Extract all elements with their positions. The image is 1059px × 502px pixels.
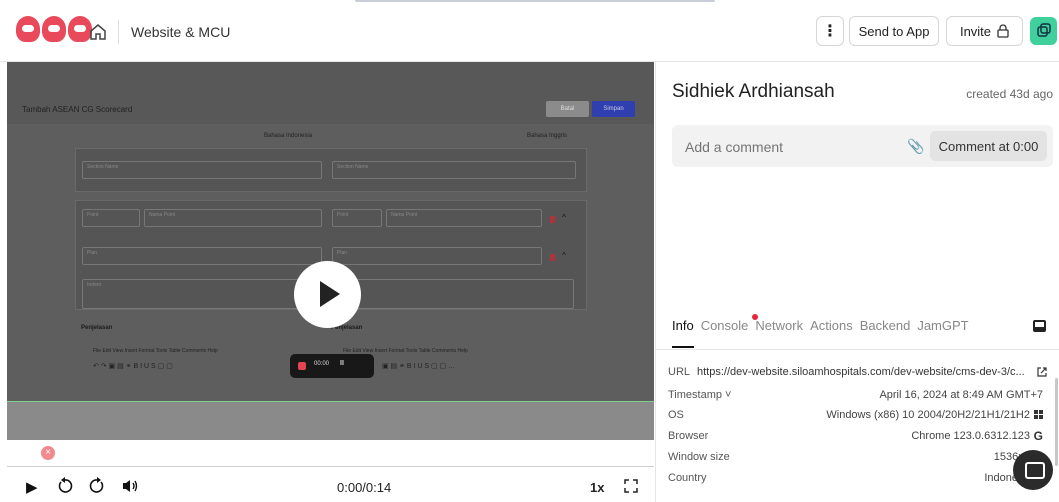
panel-layout-icon[interactable] [1033,320,1046,332]
video-lower-area [7,402,654,440]
recorded-field: Point [82,209,140,227]
recorded-editor-toolbar: ↶ ↷ ▣ ▤ ⚭ B I U S ▢ ▢ [93,363,173,370]
browser-value: Chrome 123.0.6312.123 [911,430,1030,442]
lock-icon [997,24,1009,38]
recorded-delete-icon [550,216,555,223]
tab-console[interactable]: Console [701,318,749,333]
recorded-collapse-icon: ^ [562,213,566,222]
attachment-icon[interactable]: 📎 [907,138,924,155]
active-tab-indicator [672,346,694,348]
recorded-editor-menu: File Edit View Insert Format Tools Table… [93,348,218,354]
recorded-penjelasan-label: Penjelasan [81,325,113,331]
url-label: URL [668,366,691,378]
volume-icon[interactable] [121,478,139,494]
tab-network[interactable]: Network [755,318,803,333]
chat-support-button[interactable] [1013,450,1053,490]
comment-button[interactable]: Comment at 0:00 [930,131,1047,161]
tab-jamgpt[interactable]: JamGPT [917,318,968,333]
rewind-icon[interactable] [57,477,73,495]
record-icon [298,362,306,370]
logo-letter-a [42,16,66,42]
timeline-area[interactable] [7,440,654,466]
created-time: created 43d ago [966,87,1053,101]
top-bar: Website & MCU ⋮ Send to App Invite [0,0,1059,62]
recorded-lang-indonesia: Bahasa Indonesia [264,133,313,139]
invite-button[interactable]: Invite [946,16,1023,46]
os-value: Windows (x86) 10 2004/20H2/21H1/21H2 [826,409,1030,421]
recorded-field: Nama Point [144,209,322,227]
recorded-save-button: Simpan [592,101,635,117]
recorded-field: Nama Point [386,209,542,227]
pause-icon: II [340,360,344,367]
browser-label: Browser [668,430,709,442]
os-label: OS [668,409,684,421]
send-to-app-button[interactable]: Send to App [849,16,939,46]
playback-speed-button[interactable]: 1x [590,480,604,495]
recorded-delete-icon [550,254,555,261]
project-name[interactable]: Website & MCU [131,24,230,40]
comment-input[interactable] [685,139,895,155]
recorded-page-title: Tambah ASEAN CG Scorecard [22,105,133,114]
recording-toolbar: 00:00 II [290,354,374,378]
play-overlay-button[interactable] [294,261,361,328]
country-label: Country [668,472,707,484]
windows-icon [1034,410,1043,419]
playback-time: 0:00/0:14 [337,480,392,495]
tabs-divider [656,349,1059,350]
fullscreen-icon[interactable] [624,479,638,493]
timestamp-label[interactable]: Timestamp ˅ [668,389,731,401]
console-error-badge [752,314,758,320]
recorded-collapse-icon: ^ [562,251,566,260]
video-player[interactable]: Tambah ASEAN CG Scorecard Batal Simpan B… [7,62,654,402]
copy-link-button[interactable] [1030,17,1057,45]
recorded-cancel-button: Batal [546,101,589,117]
recorded-field: Section Name [82,161,322,179]
error-marker-icon[interactable]: × [41,446,55,460]
recording-time: 00:00 [314,361,330,367]
play-icon[interactable]: ▶ [26,478,38,496]
recorded-section-panel: Section Name Section Name [75,148,587,192]
open-link-icon[interactable] [1036,366,1048,378]
home-icon[interactable] [88,22,108,42]
recorded-editor-toolbar: ▣ ▤ ⚭ B I U S ▢ ▢ … [382,363,456,370]
google-icon: G [1033,429,1043,443]
jam-logo[interactable] [16,16,92,42]
recorded-field: Plan [82,247,322,265]
logo-letter-j [16,16,40,42]
recorded-lang-english: Bahasa Inggris [527,133,568,139]
recorded-field: Plan [332,247,542,265]
copy-icon [1037,23,1051,37]
invite-label: Invite [959,23,992,39]
tab-backend[interactable]: Backend [860,318,911,333]
tab-actions[interactable]: Actions [810,318,853,333]
panel-scrollbar[interactable] [1055,378,1058,466]
author-name: Sidhiek Ardhiansah [672,81,835,102]
tab-info[interactable]: Info [672,318,694,333]
timestamp-value: April 16, 2024 at 8:49 AM GMT+7 [879,389,1043,401]
recorded-field: Section Name [332,161,576,179]
more-options-button[interactable]: ⋮ [816,16,844,46]
recorded-field: Point [332,209,382,227]
devtools-tabs: Info Console Network Actions Backend Jam… [672,318,976,333]
divider [118,20,119,44]
window-size-label: Window size [668,451,730,463]
forward-icon[interactable] [89,477,105,495]
url-value[interactable]: https://dev-website.siloamhospitals.com/… [697,366,1025,378]
